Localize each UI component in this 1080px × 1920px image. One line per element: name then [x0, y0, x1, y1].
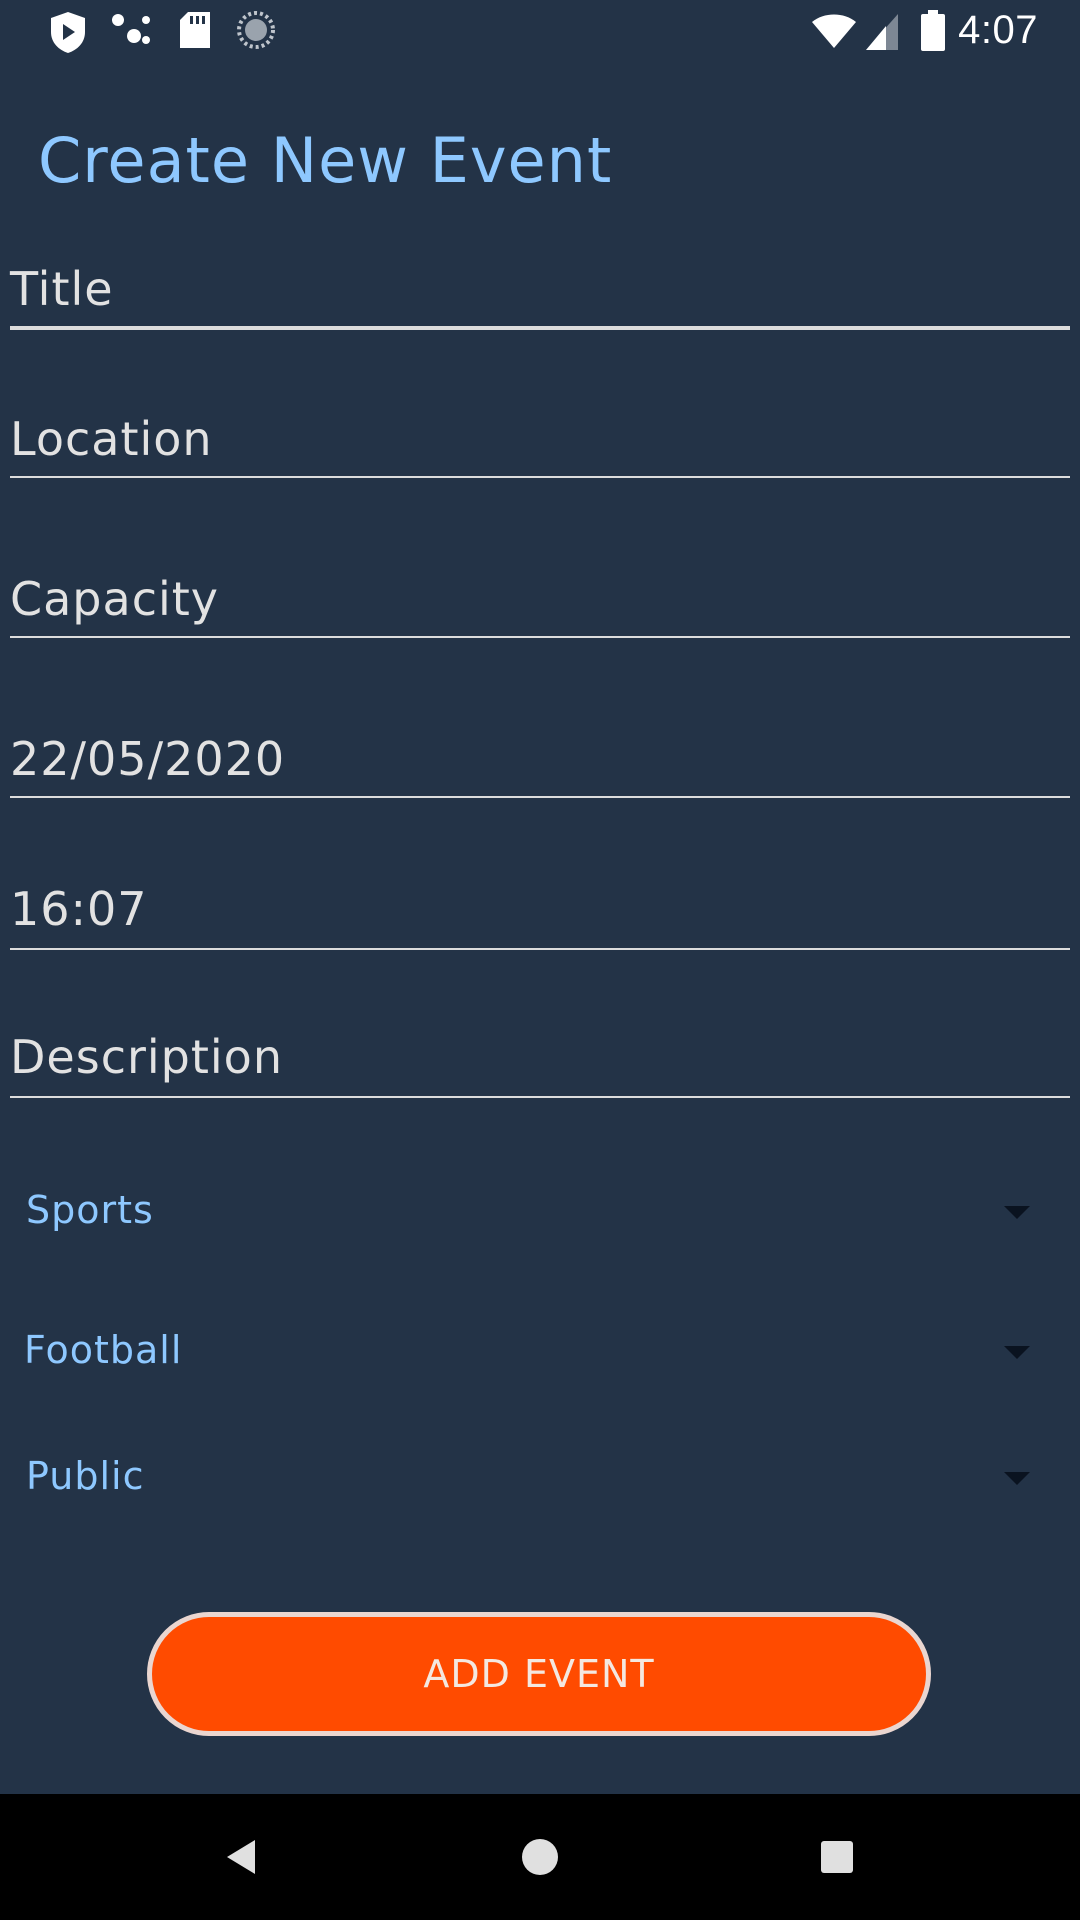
category-selected: Sports	[26, 1188, 154, 1232]
battery-icon	[920, 10, 946, 56]
add-event-button[interactable]: ADD EVENT	[147, 1612, 931, 1736]
title-underline	[10, 326, 1070, 330]
chevron-down-icon	[1004, 1472, 1030, 1485]
recents-icon[interactable]	[804, 1824, 870, 1890]
capacity-underline	[10, 636, 1070, 638]
time-value: 16:07	[10, 882, 148, 936]
time-underline	[10, 948, 1070, 950]
visibility-selected: Public	[26, 1454, 145, 1498]
description-underline	[10, 1096, 1070, 1098]
chevron-down-icon	[1004, 1206, 1030, 1219]
time-field[interactable]: 16:07	[10, 882, 1070, 952]
date-field[interactable]: 22/05/2020	[10, 732, 1070, 802]
description-field[interactable]: Description	[10, 1030, 1070, 1100]
location-field[interactable]: Location	[10, 412, 1070, 482]
category-dropdown[interactable]: Sports	[0, 1166, 1080, 1256]
location-underline	[10, 476, 1070, 478]
page-title: Create New Event	[38, 124, 613, 197]
capacity-field[interactable]: Capacity	[10, 572, 1070, 642]
dots-icon	[110, 10, 154, 54]
status-bar: 4:07	[0, 0, 1080, 64]
sport-selected: Football	[24, 1328, 183, 1372]
home-icon[interactable]	[507, 1824, 573, 1890]
location-placeholder: Location	[10, 412, 213, 466]
wifi-icon	[810, 12, 858, 54]
title-field[interactable]: Title	[10, 262, 1070, 332]
status-time: 4:07	[958, 8, 1038, 52]
title-placeholder: Title	[10, 262, 114, 316]
navigation-bar	[0, 1794, 1080, 1920]
back-icon[interactable]	[208, 1824, 274, 1890]
sync-icon	[236, 10, 276, 54]
description-placeholder: Description	[10, 1030, 283, 1084]
capacity-placeholder: Capacity	[10, 572, 220, 626]
sd-card-icon	[178, 10, 212, 54]
chevron-down-icon	[1004, 1346, 1030, 1359]
sport-dropdown[interactable]: Football	[0, 1306, 1080, 1396]
shield-icon	[48, 10, 88, 58]
signal-icon	[864, 12, 900, 56]
visibility-dropdown[interactable]: Public	[0, 1432, 1080, 1522]
date-underline	[10, 796, 1070, 798]
date-value: 22/05/2020	[10, 732, 286, 786]
